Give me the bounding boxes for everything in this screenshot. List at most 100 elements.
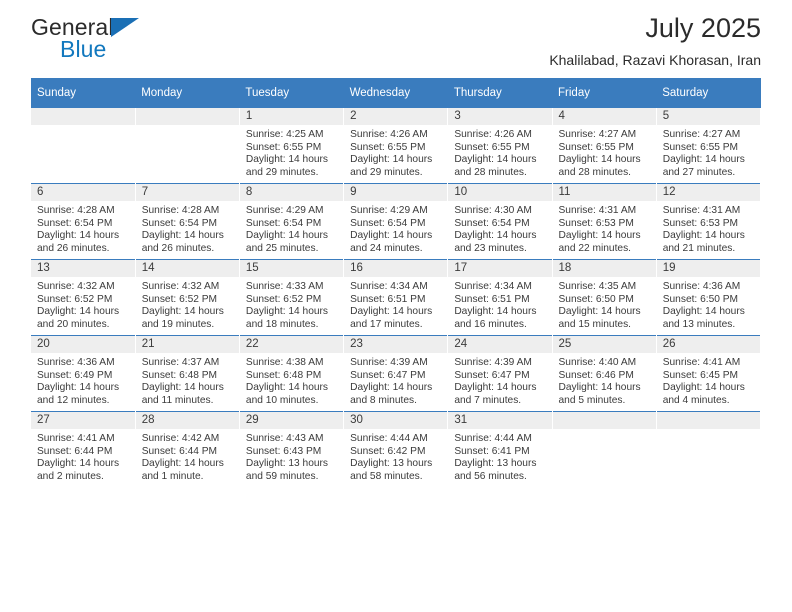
sunset-text: Sunset: 6:47 PM	[454, 369, 530, 381]
day-cell[interactable]: 1 Sunrise: 4:25 AM Sunset: 6:55 PM Dayli…	[239, 108, 345, 184]
day-details: Sunrise: 4:31 AM Sunset: 6:53 PM Dayligh…	[657, 201, 760, 255]
sunset-text: Sunset: 6:41 PM	[454, 445, 530, 457]
day-cell[interactable]: 30 Sunrise: 4:44 AM Sunset: 6:42 PM Dayl…	[343, 411, 449, 487]
daylight-text: Daylight: 14 hours and 24 minutes.	[350, 230, 433, 254]
sunrise-text: Sunrise: 4:44 AM	[350, 433, 428, 444]
day-number: 5	[656, 108, 760, 125]
day-cell[interactable]: 12 Sunrise: 4:31 AM Sunset: 6:53 PM Dayl…	[656, 183, 762, 260]
day-number: 3	[448, 108, 552, 125]
weekday-header-friday: Friday	[552, 78, 657, 108]
day-cell[interactable]: 6 Sunrise: 4:28 AM Sunset: 6:54 PM Dayli…	[31, 183, 136, 260]
sunset-text: Sunset: 6:54 PM	[37, 217, 113, 229]
day-number: 25	[552, 336, 656, 353]
day-cell[interactable]: 21 Sunrise: 4:37 AM Sunset: 6:48 PM Dayl…	[135, 335, 240, 412]
day-number: 1	[239, 108, 344, 125]
page-title: July 2025	[645, 13, 761, 43]
day-cell[interactable]: 24 Sunrise: 4:39 AM Sunset: 6:47 PM Dayl…	[447, 335, 553, 412]
day-details: Sunrise: 4:34 AM Sunset: 6:51 PM Dayligh…	[344, 277, 447, 331]
sunset-text: Sunset: 6:47 PM	[350, 369, 426, 381]
day-cell[interactable]	[656, 411, 762, 487]
day-details: Sunrise: 4:32 AM Sunset: 6:52 PM Dayligh…	[136, 277, 239, 331]
weekday-header-sunday: Sunday	[31, 78, 136, 108]
daylight-text: Daylight: 14 hours and 13 minutes.	[662, 306, 745, 330]
day-cell[interactable]: 23 Sunrise: 4:39 AM Sunset: 6:47 PM Dayl…	[343, 335, 449, 412]
day-cell[interactable]	[31, 108, 136, 184]
weekday-header-monday: Monday	[135, 78, 240, 108]
day-cell[interactable]: 27 Sunrise: 4:41 AM Sunset: 6:44 PM Dayl…	[31, 411, 136, 487]
day-details: Sunrise: 4:36 AM Sunset: 6:50 PM Dayligh…	[657, 277, 760, 331]
day-cell[interactable]: 29 Sunrise: 4:43 AM Sunset: 6:43 PM Dayl…	[239, 411, 345, 487]
day-details: Sunrise: 4:26 AM Sunset: 6:55 PM Dayligh…	[448, 125, 551, 179]
day-number: 4	[552, 108, 656, 125]
day-details: Sunrise: 4:35 AM Sunset: 6:50 PM Dayligh…	[553, 277, 656, 331]
daylight-text: Daylight: 14 hours and 21 minutes.	[662, 230, 745, 254]
day-cell[interactable]: 20 Sunrise: 4:36 AM Sunset: 6:49 PM Dayl…	[31, 335, 136, 412]
day-number	[552, 412, 656, 429]
sunset-text: Sunset: 6:54 PM	[141, 217, 218, 229]
sunrise-text: Sunrise: 4:28 AM	[141, 205, 220, 216]
daylight-text: Daylight: 14 hours and 23 minutes.	[454, 230, 537, 254]
sunset-text: Sunset: 6:50 PM	[662, 293, 739, 305]
day-details	[31, 125, 135, 129]
sunrise-text: Sunrise: 4:26 AM	[454, 129, 532, 140]
day-cell[interactable]: 16 Sunrise: 4:34 AM Sunset: 6:51 PM Dayl…	[343, 259, 449, 336]
day-cell[interactable]: 18 Sunrise: 4:35 AM Sunset: 6:50 PM Dayl…	[552, 259, 657, 336]
day-cell[interactable]: 7 Sunrise: 4:28 AM Sunset: 6:54 PM Dayli…	[135, 183, 240, 260]
daylight-text: Daylight: 14 hours and 2 minutes.	[37, 458, 120, 482]
day-number: 9	[344, 184, 448, 201]
sunrise-text: Sunrise: 4:44 AM	[454, 433, 532, 444]
daylight-text: Daylight: 14 hours and 12 minutes.	[37, 382, 120, 406]
daylight-text: Daylight: 14 hours and 25 minutes.	[245, 230, 329, 254]
day-cell[interactable]: 3 Sunrise: 4:26 AM Sunset: 6:55 PM Dayli…	[447, 108, 553, 184]
day-details: Sunrise: 4:27 AM Sunset: 6:55 PM Dayligh…	[553, 125, 656, 179]
day-cell[interactable]: 19 Sunrise: 4:36 AM Sunset: 6:50 PM Dayl…	[656, 259, 762, 336]
sunrise-sunset-calendar: Sunday Monday Tuesday Wednesday Thursday…	[31, 78, 762, 487]
day-cell[interactable]: 28 Sunrise: 4:42 AM Sunset: 6:44 PM Dayl…	[135, 411, 240, 487]
day-cell[interactable]: 8 Sunrise: 4:29 AM Sunset: 6:54 PM Dayli…	[239, 183, 345, 260]
day-cell[interactable]: 14 Sunrise: 4:32 AM Sunset: 6:52 PM Dayl…	[135, 259, 240, 336]
day-number	[135, 108, 239, 125]
day-details: Sunrise: 4:36 AM Sunset: 6:49 PM Dayligh…	[31, 353, 135, 407]
day-details: Sunrise: 4:26 AM Sunset: 6:55 PM Dayligh…	[344, 125, 447, 179]
sunset-text: Sunset: 6:54 PM	[245, 217, 322, 229]
day-cell[interactable]: 11 Sunrise: 4:31 AM Sunset: 6:53 PM Dayl…	[552, 183, 657, 260]
day-number: 12	[656, 184, 760, 201]
day-details: Sunrise: 4:41 AM Sunset: 6:45 PM Dayligh…	[657, 353, 760, 407]
day-cell[interactable]: 31 Sunrise: 4:44 AM Sunset: 6:41 PM Dayl…	[447, 411, 553, 487]
day-number: 19	[656, 260, 760, 277]
page-header: General Blue July 2025 Khalilabad, Razav…	[31, 0, 761, 78]
day-number: 29	[239, 412, 344, 429]
sunset-text: Sunset: 6:48 PM	[141, 369, 218, 381]
day-cell[interactable]	[135, 108, 240, 184]
day-cell[interactable]	[552, 411, 657, 487]
calendar-week-row: 20 Sunrise: 4:36 AM Sunset: 6:49 PM Dayl…	[31, 335, 762, 412]
day-details: Sunrise: 4:37 AM Sunset: 6:48 PM Dayligh…	[136, 353, 239, 407]
sunset-text: Sunset: 6:55 PM	[662, 141, 739, 153]
day-cell[interactable]: 15 Sunrise: 4:33 AM Sunset: 6:52 PM Dayl…	[239, 259, 345, 336]
day-cell[interactable]: 13 Sunrise: 4:32 AM Sunset: 6:52 PM Dayl…	[31, 259, 136, 336]
day-cell[interactable]: 26 Sunrise: 4:41 AM Sunset: 6:45 PM Dayl…	[656, 335, 762, 412]
day-details: Sunrise: 4:38 AM Sunset: 6:48 PM Dayligh…	[240, 353, 343, 407]
day-number: 31	[448, 412, 552, 429]
day-cell[interactable]: 25 Sunrise: 4:40 AM Sunset: 6:46 PM Dayl…	[552, 335, 657, 412]
weekday-header-tuesday: Tuesday	[239, 78, 344, 108]
daylight-text: Daylight: 14 hours and 27 minutes.	[662, 154, 745, 178]
day-cell[interactable]: 10 Sunrise: 4:30 AM Sunset: 6:54 PM Dayl…	[447, 183, 553, 260]
day-cell[interactable]: 4 Sunrise: 4:27 AM Sunset: 6:55 PM Dayli…	[552, 108, 657, 184]
day-details: Sunrise: 4:44 AM Sunset: 6:42 PM Dayligh…	[344, 429, 447, 483]
sunrise-text: Sunrise: 4:41 AM	[662, 357, 741, 368]
logo-text-blue: Blue	[60, 36, 107, 62]
day-cell[interactable]: 9 Sunrise: 4:29 AM Sunset: 6:54 PM Dayli…	[343, 183, 449, 260]
sunset-text: Sunset: 6:50 PM	[558, 293, 634, 305]
sunset-text: Sunset: 6:48 PM	[245, 369, 322, 381]
day-details: Sunrise: 4:42 AM Sunset: 6:44 PM Dayligh…	[136, 429, 239, 483]
calendar-week-row: 13 Sunrise: 4:32 AM Sunset: 6:52 PM Dayl…	[31, 259, 762, 336]
sunset-text: Sunset: 6:55 PM	[454, 141, 530, 153]
day-cell[interactable]: 2 Sunrise: 4:26 AM Sunset: 6:55 PM Dayli…	[343, 108, 449, 184]
day-cell[interactable]: 17 Sunrise: 4:34 AM Sunset: 6:51 PM Dayl…	[447, 259, 553, 336]
day-cell[interactable]: 22 Sunrise: 4:38 AM Sunset: 6:48 PM Dayl…	[239, 335, 345, 412]
day-number	[31, 108, 135, 125]
day-cell[interactable]: 5 Sunrise: 4:27 AM Sunset: 6:55 PM Dayli…	[656, 108, 762, 184]
daylight-text: Daylight: 14 hours and 15 minutes.	[558, 306, 641, 330]
day-number: 16	[344, 260, 448, 277]
